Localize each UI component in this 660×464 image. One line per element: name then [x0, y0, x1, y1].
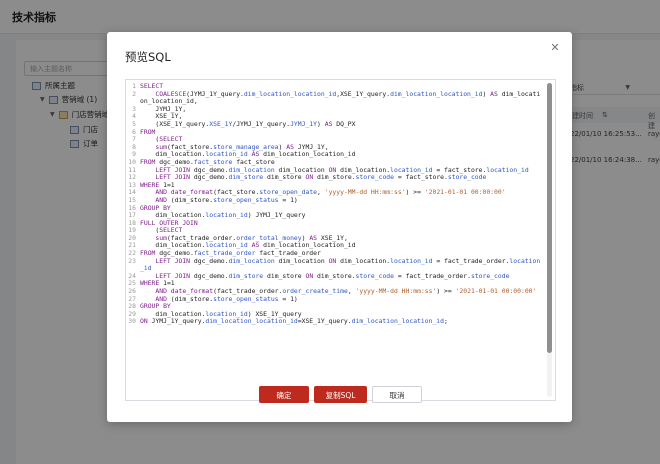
code-line: 24 LEFT JOIN dgc_demo.dim_store dim_stor…	[126, 271, 543, 281]
code-text: COALESCE(JYMJ_1Y_query.dim_location_loca…	[140, 89, 541, 106]
modal-title: 预览SQL	[125, 50, 171, 64]
code-line: 5 (XSE_1Y_query.XSE_1Y/JYMJ_1Y_query.JYM…	[126, 119, 543, 129]
code-text: (XSE_1Y_query.XSE_1Y/JYMJ_1Y_query.JYMJ_…	[140, 119, 356, 128]
code-line: 15 AND (dim_store.store_open_status = 1)	[126, 195, 543, 205]
code-line: 3 JYMJ_1Y,	[126, 104, 543, 114]
close-icon[interactable]: ✕	[548, 41, 562, 55]
code-line: 12 LEFT JOIN dgc_demo.dim_store dim_stor…	[126, 173, 543, 182]
confirm-button[interactable]: 确定	[259, 386, 309, 403]
code-line: 30 ON JYMJ_1Y_query.dim_location_location…	[126, 318, 543, 326]
code-text: dim_location.location_id) JYMJ_1Y_query	[140, 211, 306, 220]
code-text: FULL OUTER JOIN	[140, 218, 198, 227]
code-text: JYMJ_1Y,	[140, 104, 187, 113]
line-number: 23	[128, 256, 136, 265]
code-text: ON JYMJ_1Y_query.dim_location_location_i…	[140, 317, 448, 326]
sql-code-viewer[interactable]: 1 SELECT 2 COALESCE(JYMJ_1Y_query.dim_loca…	[125, 79, 556, 401]
cancel-button[interactable]: 取消	[372, 386, 422, 403]
code-text: LEFT JOIN dgc_demo.dim_location dim_loca…	[140, 256, 541, 273]
code-text: AND (dim_store.store_open_status = 1)	[155, 195, 298, 204]
scrollbar-thumb[interactable]	[547, 83, 552, 353]
line-number: 2	[132, 89, 136, 98]
sql-code-lines: 1 SELECT 2 COALESCE(JYMJ_1Y_query.dim_loca…	[126, 83, 543, 400]
code-text: LEFT JOIN dgc_demo.dim_store dim_store O…	[155, 173, 487, 182]
code-text: FROM	[140, 127, 156, 136]
code-line: 18 FULL OUTER JOIN	[126, 218, 543, 228]
code-line: 6 FROM	[126, 127, 543, 137]
copy-sql-button[interactable]: 复制SQL	[314, 386, 367, 403]
line-number: 30	[128, 317, 136, 326]
code-line: 27 AND (dim_store.store_open_status = 1)	[126, 294, 543, 304]
preview-sql-modal: 预览SQL ✕ 1 SELECT 2 COALESCE(JYMJ_1Y_query.…	[107, 32, 572, 422]
code-line: 2 COALESCE(JYMJ_1Y_query.dim_location_lo…	[126, 89, 543, 106]
code-text: LEFT JOIN dgc_demo.dim_store dim_store O…	[155, 271, 510, 280]
code-text: AND (dim_store.store_open_status = 1)	[155, 294, 298, 303]
code-line: 23 LEFT JOIN dgc_demo.dim_location dim_l…	[126, 256, 543, 273]
